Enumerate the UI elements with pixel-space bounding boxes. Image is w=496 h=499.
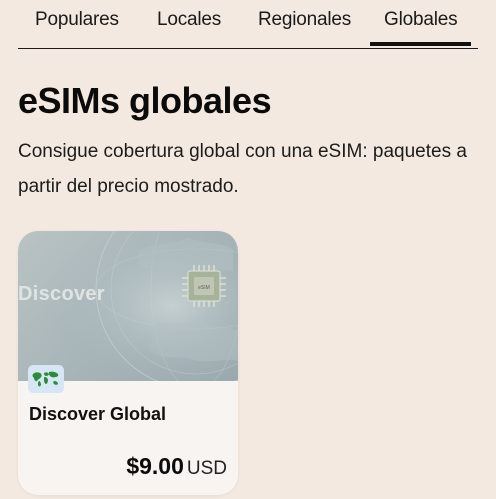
tab-locales[interactable]: Locales <box>157 9 221 31</box>
esim-card-discover-global[interactable]: eSIM Discover Discover Global $9.00 USD <box>18 231 238 495</box>
page-subtitle: Consigue cobertura global con una eSIM: … <box>18 141 467 197</box>
card-image: eSIM Discover <box>18 231 238 381</box>
tab-populares[interactable]: Populares <box>35 9 119 31</box>
tab-regionales[interactable]: Regionales <box>258 9 351 31</box>
price-currency: USD <box>186 458 227 479</box>
price-amount: $9.00 <box>126 453 184 479</box>
esim-chip-icon: eSIM <box>182 265 226 307</box>
page-title: eSIMs globales <box>18 80 272 121</box>
tab-bar: Populares Locales Regionales Globales <box>18 0 478 49</box>
card-price: $9.00 USD <box>126 453 227 480</box>
globe-chip-illustration: eSIM <box>18 231 238 381</box>
tab-globales[interactable]: Globales <box>369 9 472 46</box>
svg-text:eSIM: eSIM <box>198 285 210 291</box>
world-map-icon <box>28 365 64 393</box>
card-brand-text: Discover <box>18 283 105 305</box>
card-title: Discover Global <box>29 404 167 424</box>
